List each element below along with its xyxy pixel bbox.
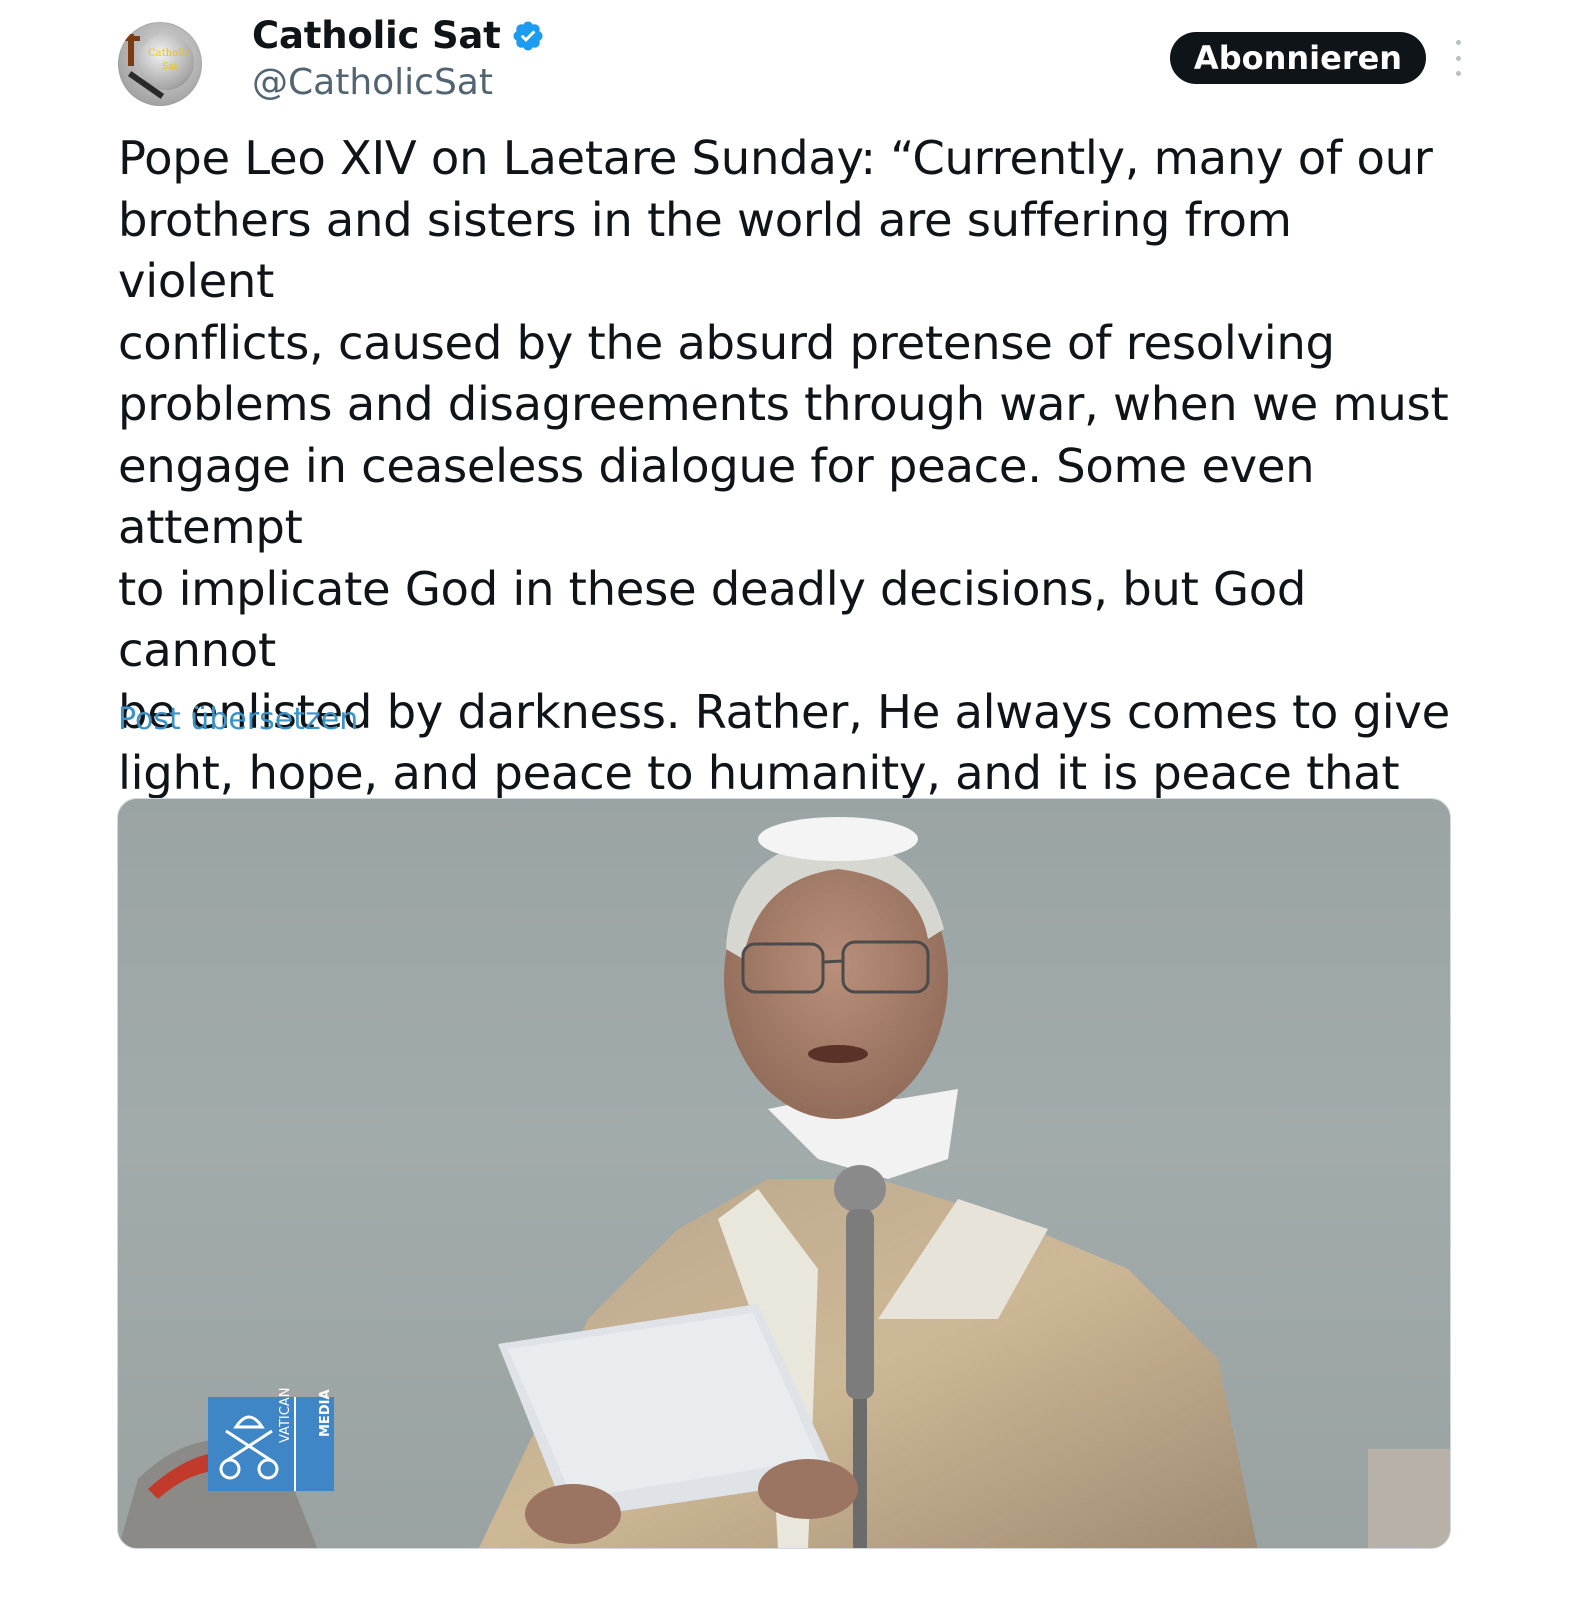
follow-button[interactable]: Abonnieren [1170,32,1426,84]
author-handle[interactable]: @CatholicSat [252,62,493,103]
watermark-text-media: MEDIA [318,1389,333,1437]
avatar-logo-text-1: Catholic [148,48,191,59]
cross-bar-graphic [122,36,140,41]
more-dot [1455,40,1461,45]
author-avatar[interactable]: Catholic Sat [118,22,202,106]
verified-badge-icon[interactable] [511,19,545,53]
avatar-logo-text-2: Sat [162,62,178,72]
more-dot [1455,71,1461,76]
vatican-media-logo: VATICAN MEDIA [208,1388,334,1491]
post-text: Pope Leo XIV on Laetare Sunday: “Current… [118,131,1450,862]
watermark-text-vatican: VATICAN [278,1387,293,1443]
author-name[interactable]: Catholic Sat [252,14,501,57]
author-name-row: Catholic Sat [252,14,545,57]
post-media-image[interactable]: VATICAN MEDIA [117,798,1451,1549]
more-dot [1455,55,1461,61]
more-vertical-icon[interactable] [1448,40,1468,76]
translate-post-link[interactable]: Post übersetzen [118,702,358,737]
